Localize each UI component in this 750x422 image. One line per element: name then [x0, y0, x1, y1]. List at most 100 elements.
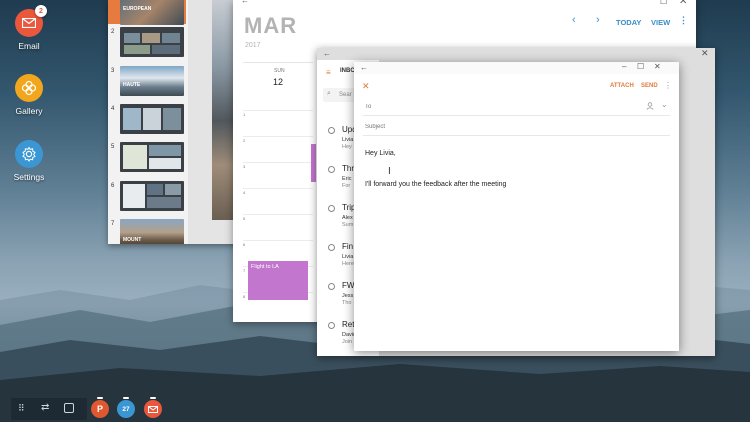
gallery-album-3[interactable]: 3 HAUTE	[108, 65, 186, 96]
compose-title-bar[interactable]: ← – ☐ ✕	[354, 62, 679, 74]
select-radio[interactable]	[328, 244, 335, 251]
album-thumbnail	[120, 181, 184, 211]
hour-label: 3	[243, 164, 246, 169]
calendar-day-number[interactable]: 12	[273, 77, 283, 87]
taskbar-app-presentation[interactable]: P	[91, 400, 109, 418]
album-number: 3	[111, 68, 115, 74]
menu-icon[interactable]: ≡	[326, 68, 331, 77]
gallery-album-5[interactable]: 5	[108, 141, 186, 172]
app-grid-icon[interactable]: ⠿	[18, 403, 25, 414]
event-title: Flight to LA	[251, 264, 279, 270]
gallery-album-6[interactable]: 6	[108, 180, 186, 211]
desktop-icon-email[interactable]: 2 Email	[6, 5, 52, 51]
hour-line	[243, 136, 313, 137]
today-button[interactable]: TODAY	[616, 18, 641, 27]
back-arrow-icon[interactable]: ←	[241, 0, 249, 5]
message-subject: Fin	[342, 242, 354, 251]
next-month-button[interactable]: ›	[596, 14, 600, 26]
subject-input[interactable]	[365, 121, 615, 133]
message-subject: Ret	[342, 320, 355, 329]
select-radio[interactable]	[328, 127, 335, 134]
select-radio[interactable]	[328, 322, 335, 329]
hour-line	[243, 110, 313, 111]
hour-label: 4	[243, 190, 246, 195]
gallery-app-icon	[15, 74, 43, 102]
desktop-icon-label: Settings	[13, 172, 45, 182]
hour-label: 2	[243, 138, 246, 143]
message-sender: Jess	[342, 293, 354, 299]
to-field-row[interactable]: ⌄	[363, 98, 670, 116]
desktop-icon-label: Email	[18, 41, 40, 51]
desktop-icon-label: Gallery	[15, 106, 43, 116]
close-icon[interactable]: ✕	[679, 0, 687, 7]
hour-label: 6	[243, 242, 246, 247]
album-number: 4	[111, 106, 115, 112]
chevron-down-icon[interactable]: ⌄	[661, 100, 668, 109]
album-thumbnail: EUROPEAN	[120, 0, 184, 25]
more-options-icon[interactable]: ⋮	[664, 81, 672, 90]
message-subject: Thr	[342, 164, 354, 173]
message-snippet: Hey	[342, 144, 352, 150]
album-thumbnail: MOUNT	[120, 219, 184, 244]
gallery-window[interactable]: EUROPEAN 2 3 HAUTE 4 5 6 7 MOUNT	[108, 0, 241, 244]
message-sender: Livia	[342, 137, 354, 143]
message-snippet: Here	[342, 261, 354, 267]
discard-close-icon[interactable]: ✕	[362, 81, 370, 92]
more-options-icon[interactable]: ⋮	[679, 15, 688, 26]
album-thumbnail	[120, 142, 184, 172]
message-snippet: Join	[342, 339, 353, 345]
compose-window[interactable]: ← – ☐ ✕ ✕ ATTACH SEND ⋮ ⌄ Hey Livia, I I…	[354, 62, 679, 351]
minimize-icon[interactable]: –	[622, 63, 626, 71]
gallery-album-1[interactable]: EUROPEAN	[108, 0, 186, 25]
album-thumbnail	[120, 27, 184, 57]
back-arrow-icon[interactable]: ←	[323, 50, 331, 58]
home-square-icon[interactable]	[64, 403, 74, 413]
calendar-event-flight[interactable]: Flight to LA	[248, 261, 308, 300]
message-snippet: Tho	[342, 300, 352, 306]
to-input[interactable]	[365, 101, 615, 113]
email-badge: 2	[35, 5, 47, 17]
taskbar-app-email[interactable]	[144, 400, 162, 418]
previous-month-button[interactable]: ‹	[572, 14, 576, 26]
running-indicator	[150, 397, 156, 399]
back-arrow-icon[interactable]: ←	[360, 64, 368, 72]
select-radio[interactable]	[328, 205, 335, 212]
album-number: 5	[111, 144, 115, 150]
view-button[interactable]: VIEW	[651, 18, 670, 27]
message-subject: FW	[342, 281, 355, 290]
envelope-icon	[148, 405, 158, 413]
flower-icon	[21, 80, 37, 96]
contact-icon[interactable]	[646, 102, 654, 110]
select-radio[interactable]	[328, 166, 335, 173]
taskbar-app-calendar[interactable]: 27	[117, 400, 135, 418]
message-sender: Livia	[342, 254, 354, 260]
desktop-icon-settings[interactable]: Settings	[6, 140, 52, 182]
maximize-icon[interactable]: ☐	[637, 63, 644, 71]
close-icon[interactable]: ✕	[701, 49, 709, 58]
message-snippet: Sum	[342, 222, 354, 228]
gallery-album-4[interactable]: 4	[108, 103, 186, 134]
maximize-icon[interactable]: ☐	[660, 0, 667, 6]
close-icon[interactable]: ✕	[654, 63, 661, 71]
message-greeting[interactable]: Hey Livia,	[365, 150, 396, 157]
recent-apps-icon[interactable]: ⇄	[41, 402, 49, 413]
message-body[interactable]: I'll forward you the feedback after the …	[365, 181, 506, 188]
hour-label: 5	[243, 216, 246, 221]
select-radio[interactable]	[328, 283, 335, 290]
album-number: 6	[111, 183, 115, 189]
desktop-icon-gallery[interactable]: Gallery	[6, 74, 52, 116]
message-sender: Eric	[342, 176, 352, 182]
hour-line	[243, 214, 313, 215]
calendar-divider	[243, 62, 313, 63]
send-button[interactable]: SEND	[641, 83, 658, 89]
hour-line	[243, 162, 313, 163]
album-title: MOUNT	[123, 237, 142, 243]
hour-line	[243, 240, 313, 241]
calendar-event-partial[interactable]	[311, 144, 316, 182]
attach-button[interactable]: ATTACH	[610, 83, 634, 89]
subject-field-row[interactable]	[363, 118, 670, 136]
settings-app-icon	[15, 140, 43, 168]
gallery-album-2[interactable]: 2	[108, 26, 186, 57]
album-title: HAUTE	[123, 82, 141, 88]
gallery-album-7[interactable]: 7 MOUNT	[108, 218, 186, 244]
